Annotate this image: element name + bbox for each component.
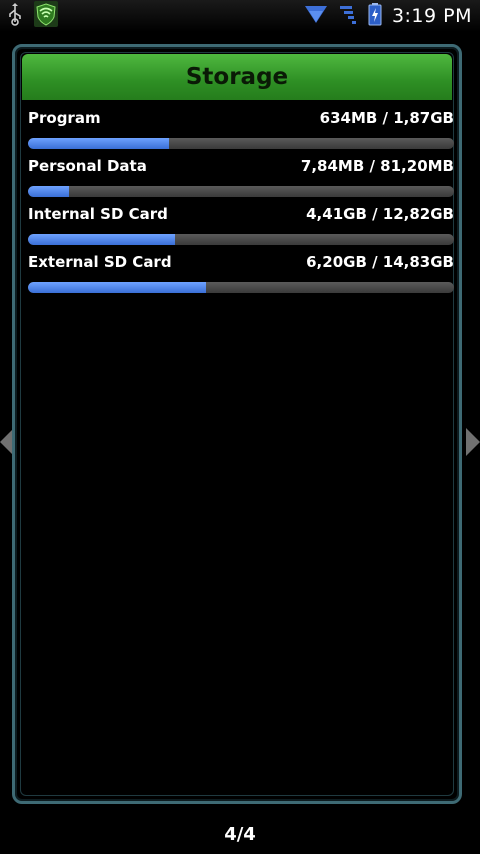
usage-bar-fill bbox=[28, 138, 169, 149]
signal-icon bbox=[338, 3, 358, 29]
storage-row-label: External SD Card bbox=[28, 253, 172, 271]
panel-header: Storage bbox=[22, 54, 452, 100]
storage-row-program: Program 634MB / 1,87GB bbox=[27, 109, 454, 157]
next-page-arrow-icon[interactable] bbox=[466, 428, 480, 456]
storage-row-value: 6,20GB / 14,83GB bbox=[306, 253, 454, 271]
usage-bar-fill bbox=[28, 186, 70, 197]
storage-row-internal-sd: Internal SD Card 4,41GB / 12,82GB bbox=[27, 205, 454, 253]
usb-icon bbox=[6, 2, 24, 30]
usage-bar bbox=[28, 234, 454, 245]
usage-bar bbox=[28, 138, 454, 149]
storage-row-external-sd: External SD Card 6,20GB / 14,83GB bbox=[27, 253, 454, 301]
storage-row-value: 7,84MB / 81,20MB bbox=[300, 157, 454, 175]
shield-app-icon bbox=[34, 1, 58, 31]
status-bar-right: 3:19 PM bbox=[304, 0, 472, 32]
usage-bar-fill bbox=[28, 282, 207, 293]
status-bar: 3:19 PM bbox=[0, 0, 480, 32]
storage-row-label: Program bbox=[28, 109, 101, 127]
battery-charging-icon bbox=[368, 2, 382, 30]
usage-bar bbox=[28, 282, 454, 293]
status-clock: 3:19 PM bbox=[391, 5, 472, 27]
status-bar-left bbox=[6, 1, 58, 31]
usage-bar-fill bbox=[28, 234, 175, 245]
storage-row-label: Personal Data bbox=[28, 157, 147, 175]
storage-row-personal-data: Personal Data 7,84MB / 81,20MB bbox=[27, 157, 454, 205]
usage-bar bbox=[28, 186, 454, 197]
panel-title: Storage bbox=[185, 64, 289, 90]
storage-row-value: 4,41GB / 12,82GB bbox=[306, 205, 454, 223]
storage-row-value: 634MB / 1,87GB bbox=[319, 109, 454, 127]
wifi-icon bbox=[304, 3, 328, 29]
storage-panel: Storage Program 634MB / 1,87GB Personal … bbox=[12, 44, 462, 804]
storage-list: Program 634MB / 1,87GB Personal Data 7,8… bbox=[27, 109, 454, 301]
page-indicator: 4/4 bbox=[224, 824, 256, 845]
storage-row-label: Internal SD Card bbox=[28, 205, 168, 223]
